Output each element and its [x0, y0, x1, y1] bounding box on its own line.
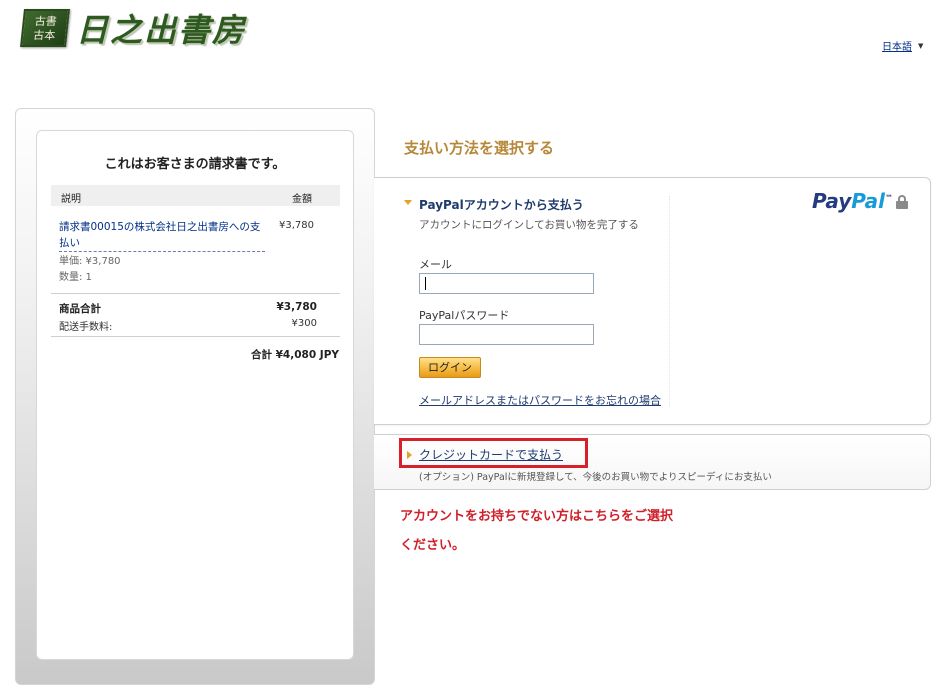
logo-text: 日之出書房 — [76, 11, 247, 49]
divider — [669, 196, 670, 406]
logo-badge: 古書 古本 — [20, 9, 70, 47]
invoice-table-header: 説明 金額 — [51, 185, 340, 206]
chevron-down-icon: ▼ — [918, 41, 924, 50]
paypal-logo-pal: Pal — [851, 189, 886, 213]
invoice-item-unit-price: 単価: ¥3,780 — [59, 256, 121, 267]
credit-card-subtitle: (オプション) PayPalに新規登録して、今後のお買い物でよりスピーディにお支… — [419, 472, 772, 483]
subtotal-label: 商品合計 — [59, 303, 101, 315]
collapse-arrow-icon — [407, 451, 412, 459]
invoice-panel: これはお客さまの請求書です。 説明 金額 請求書00015の株式会社日之出書房へ… — [15, 108, 375, 685]
paypal-logo-pay: Pay — [812, 189, 852, 213]
divider — [51, 293, 340, 294]
login-button[interactable]: ログイン — [419, 357, 481, 378]
column-description: 説明 — [61, 194, 81, 205]
column-amount: 金額 — [292, 194, 312, 205]
expand-arrow-icon — [404, 200, 412, 205]
language-selector[interactable]: 日本語 ▼ — [882, 38, 924, 54]
lock-icon — [896, 195, 908, 209]
instruction-note-line2: ください。 — [400, 538, 466, 553]
email-label: メール — [419, 258, 452, 271]
invoice-item-link[interactable]: 請求書00015の株式会社日之出書房への支払い — [59, 219, 265, 252]
forgot-credentials-link[interactable]: メールアドレスまたはパスワードをお忘れの場合 — [419, 392, 661, 408]
password-input[interactable] — [419, 324, 594, 345]
paypal-login-heading[interactable]: PayPalアカウントから支払う — [419, 196, 584, 213]
text-cursor — [425, 277, 426, 290]
instruction-note: アカウントをお持ちでない方はこちらをご選択 ください。 — [400, 502, 730, 560]
language-label: 日本語 — [882, 42, 912, 53]
shipping-value: ¥300 — [291, 318, 317, 329]
subtotal-value: ¥3,780 — [276, 301, 317, 313]
invoice-title: これはお客さまの請求書です。 — [104, 157, 286, 172]
invoice-item-amount: ¥3,780 — [279, 220, 314, 231]
password-label: PayPalパスワード — [419, 309, 510, 322]
email-input[interactable] — [419, 273, 594, 294]
credit-card-link[interactable]: クレジットカードで支払う — [419, 446, 563, 463]
invoice-card: これはお客さまの請求書です。 説明 金額 請求書00015の株式会社日之出書房へ… — [36, 130, 354, 660]
logo-badge-line1: 古書 — [34, 15, 58, 28]
invoice-total: 合計 ¥4,080 JPY — [250, 349, 339, 361]
instruction-note-line1: アカウントをお持ちでない方はこちらをご選択 — [400, 509, 674, 524]
invoice-item-quantity: 数量: 1 — [59, 272, 92, 283]
shipping-label: 配送手数料: — [59, 322, 113, 333]
logo-badge-line2: 古本 — [32, 29, 56, 42]
paypal-login-panel: PayPalアカウントから支払う アカウントにログインしてお買い物を完了する メ… — [374, 177, 931, 425]
divider — [51, 336, 340, 337]
paypal-logo-tm: ™ — [885, 193, 894, 203]
credit-card-panel: クレジットカードで支払う (オプション) PayPalに新規登録して、今後のお買… — [374, 434, 931, 490]
site-logo: 古書 古本 日之出書房 — [20, 8, 247, 49]
payment-section-title: 支払い方法を選択する — [404, 139, 555, 157]
paypal-login-subtitle: アカウントにログインしてお買い物を完了する — [419, 219, 639, 231]
paypal-logo: PayPal™ — [812, 189, 893, 213]
